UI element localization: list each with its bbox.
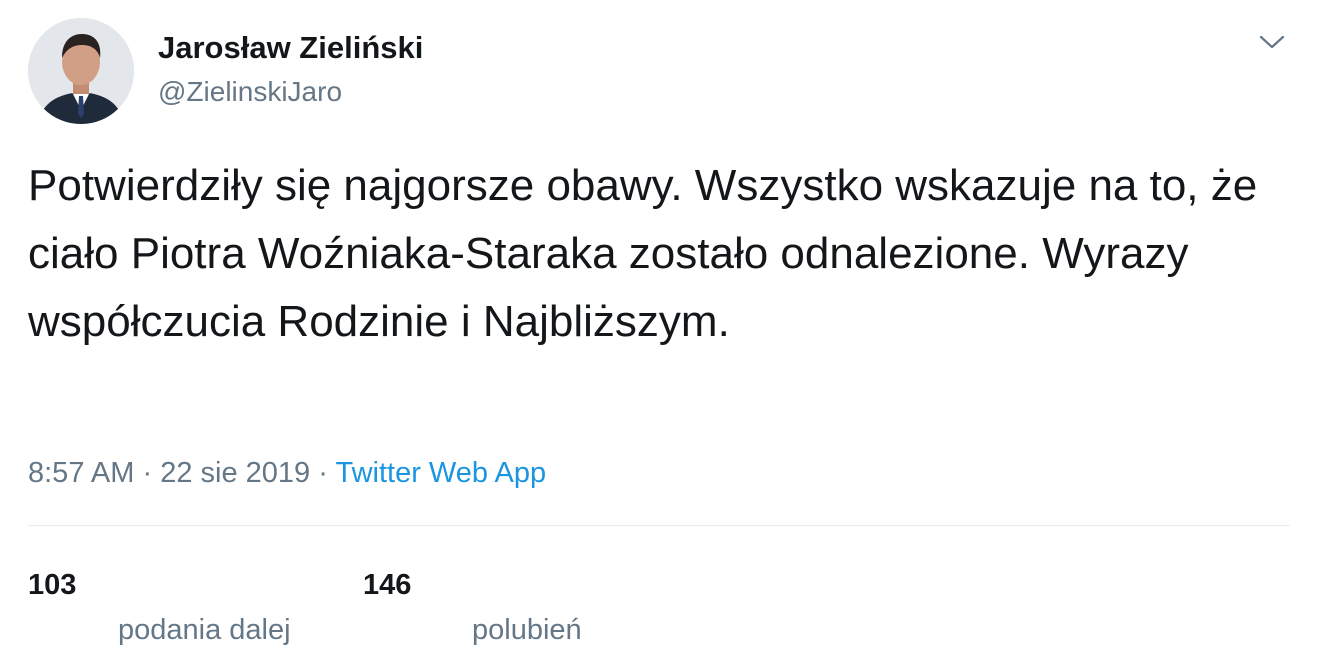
author-display-name[interactable]: Jarosław Zieliński (158, 29, 423, 67)
chevron-down-icon (1259, 35, 1285, 49)
avatar[interactable] (28, 18, 134, 124)
author-handle[interactable]: @ZielinskiJaro (158, 74, 342, 110)
tweet-text: Potwierdziły się najgorsze obawy. Wszyst… (28, 161, 1258, 346)
tweet-date[interactable]: 22 sie 2019 (160, 457, 310, 489)
profile-photo (28, 18, 134, 124)
likes-count[interactable]: 146 (363, 566, 411, 604)
more-options-button[interactable] (1252, 24, 1292, 60)
meta-separator: · (142, 457, 153, 489)
meta-separator: · (318, 457, 328, 489)
tweet-source-link[interactable]: Twitter Web App (335, 457, 546, 489)
tweet-time[interactable]: 8:57 AM (28, 457, 134, 489)
divider (28, 525, 1290, 526)
retweets-count[interactable]: 103 (28, 566, 76, 604)
tweet-meta: 8:57 AM · 22 sie 2019 · Twitter Web App (28, 451, 546, 495)
likes-label[interactable]: polubień (472, 611, 582, 649)
retweets-label[interactable]: podania dalej (118, 611, 291, 649)
